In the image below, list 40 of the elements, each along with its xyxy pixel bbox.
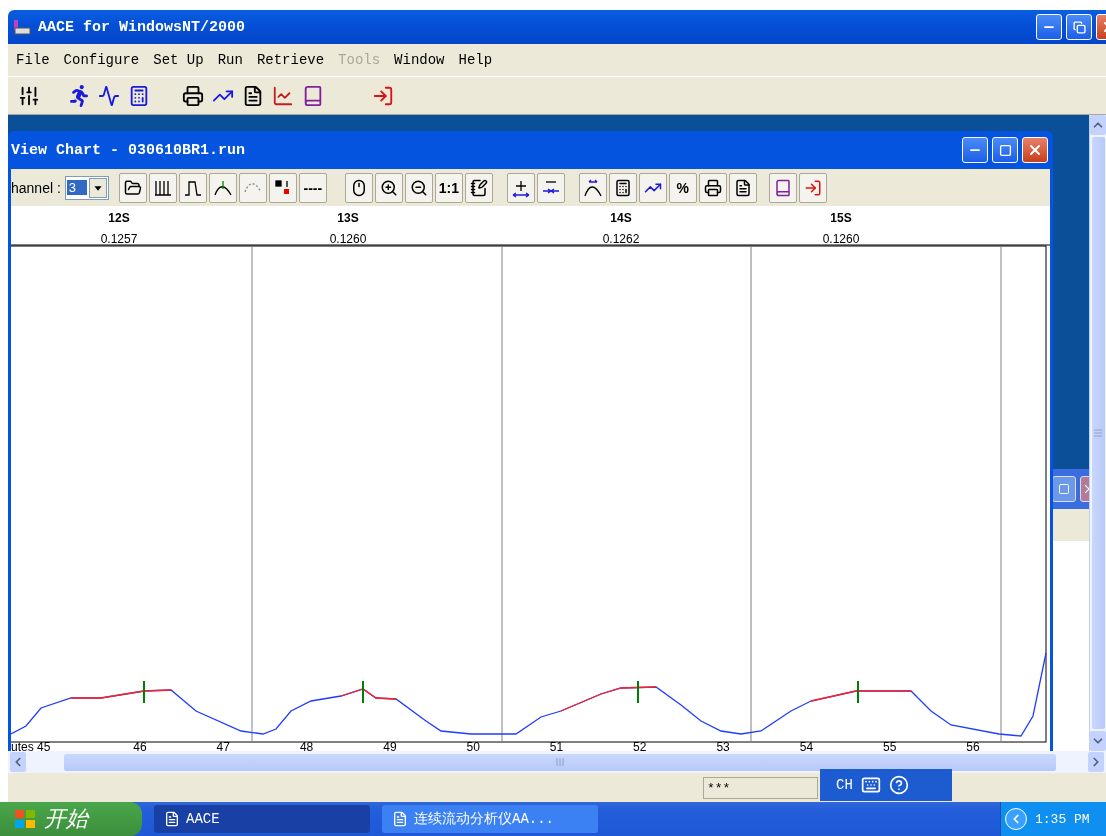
taskbar-button[interactable]: AACE (154, 805, 370, 833)
status-field: *** (703, 777, 818, 799)
window-title: View Chart - 030610BR1.run (11, 141, 247, 159)
menu-item[interactable]: Set Up (153, 52, 204, 68)
axis-label: 47 (216, 740, 230, 751)
peak-name: 13S (337, 211, 359, 225)
axis-label: 51 (549, 740, 564, 751)
peak-value: 0.1260 (822, 232, 860, 246)
axis-label: 54 (799, 740, 814, 751)
channel-label: hannel : (11, 179, 61, 196)
axis-label: 56 (966, 740, 980, 751)
clock: 1:35 PM (1035, 811, 1090, 827)
menu-item[interactable]: File (16, 52, 50, 68)
peak-name: 14S (610, 211, 632, 225)
menu-item[interactable]: Window (394, 52, 445, 68)
channel-dropdown[interactable]: 3 (64, 175, 109, 200)
window-title: AACE for WindowsNT/2000 (38, 18, 247, 36)
start-button[interactable]: 开始 (0, 802, 142, 836)
taskbar-button[interactable]: 连续流动分析仪AA... (382, 805, 598, 833)
axis-label: utes 45 (11, 740, 51, 751)
axis-label: 48 (299, 740, 314, 751)
axis-label: 52 (633, 740, 647, 751)
language-indicator[interactable]: CH (836, 777, 853, 793)
menu-item[interactable]: Configure (63, 52, 140, 68)
axis-label: 46 (133, 740, 147, 751)
actual-size-button[interactable]: 1:1 (434, 172, 463, 203)
peak-value: 0.1262 (602, 232, 640, 246)
dash-button[interactable]: ---- (298, 172, 327, 203)
menu-item[interactable]: Help (458, 52, 493, 68)
peak-name: 12S (108, 211, 130, 225)
axis-label: 55 (883, 740, 897, 751)
peak-value: 0.1257 (100, 232, 138, 246)
axis-label: 50 (466, 740, 480, 751)
menu-item[interactable]: Retrieve (256, 52, 325, 68)
axis-label: 53 (716, 740, 730, 751)
peak-value: 0.1260 (329, 232, 367, 246)
menu-item[interactable]: Run (217, 52, 243, 68)
axis-label: 49 (383, 740, 397, 751)
peak-name: 15S (830, 211, 852, 225)
percent-button[interactable]: % (668, 172, 697, 203)
